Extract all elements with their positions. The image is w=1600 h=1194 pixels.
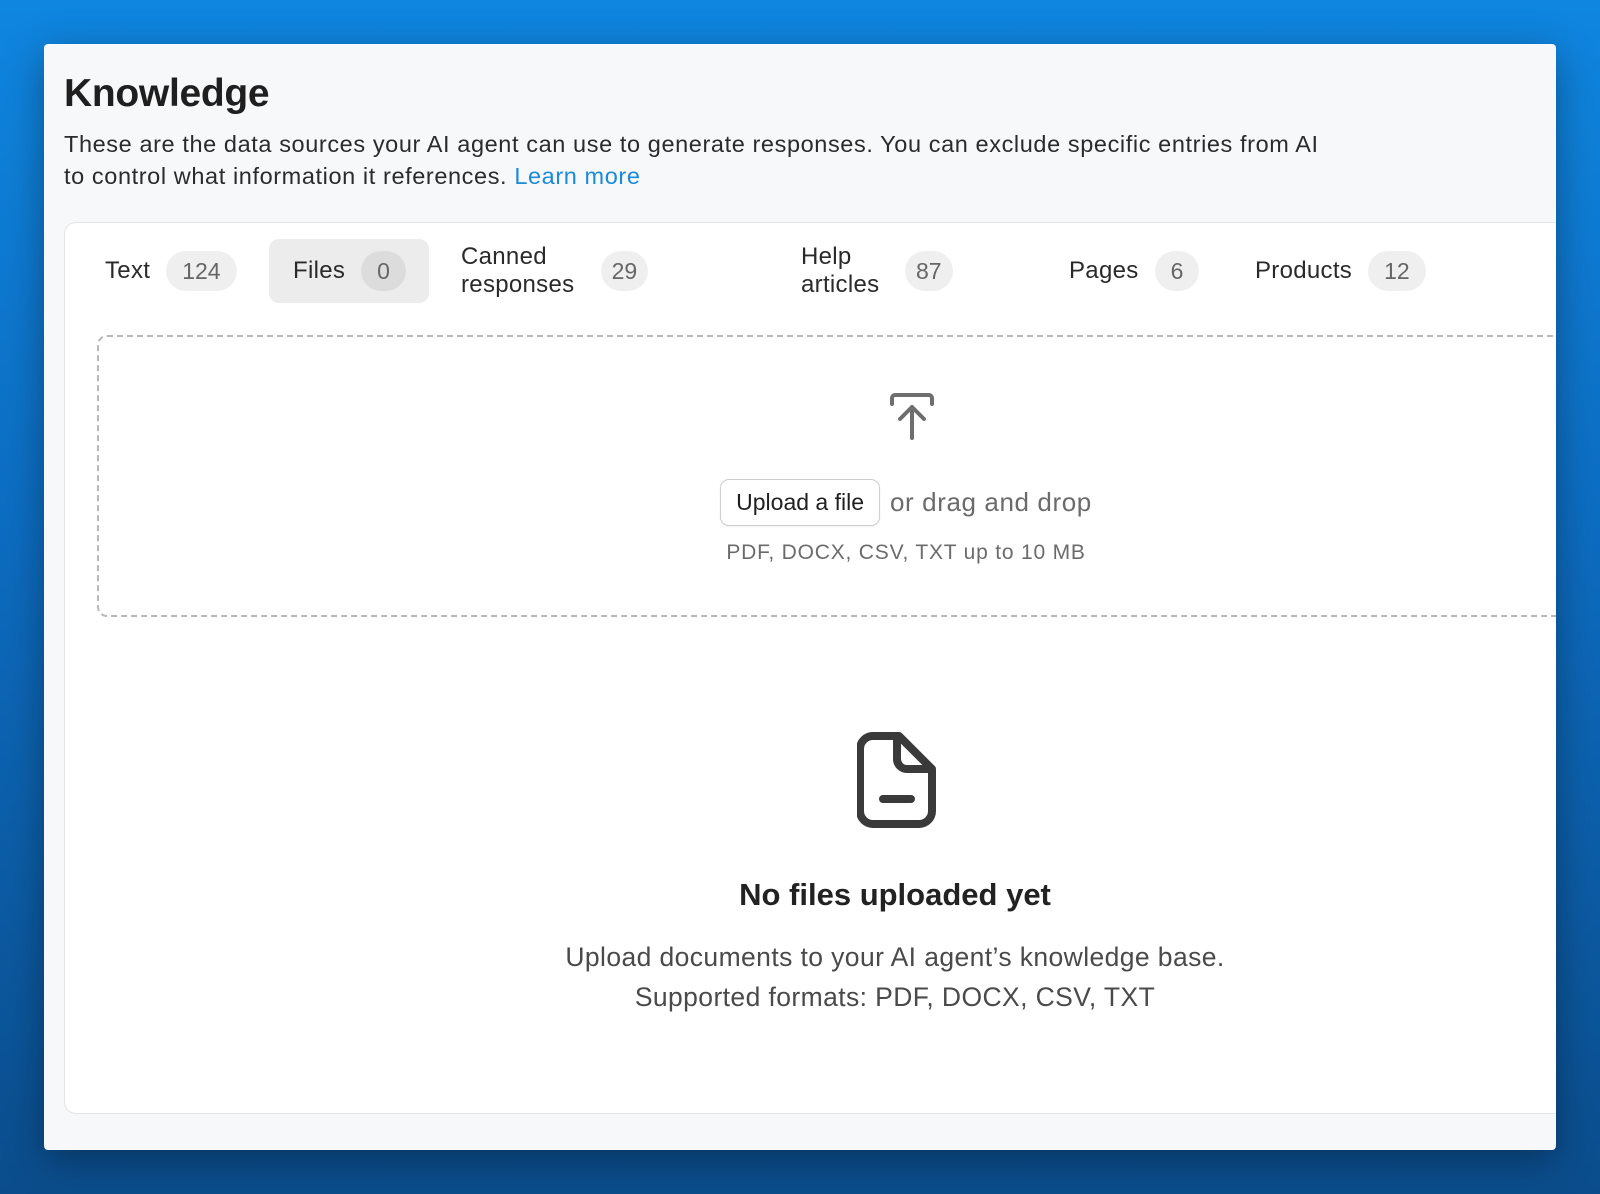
- empty-state-description: Upload documents to your AI agent’s know…: [65, 937, 1556, 1017]
- tab-count-badge: 124: [166, 251, 237, 291]
- tab-pages[interactable]: Pages 6: [1069, 239, 1200, 303]
- tab-canned-responses[interactable]: Canned responses 29: [461, 239, 649, 303]
- tab-count-badge: 12: [1368, 251, 1426, 291]
- tab-label: Files: [293, 257, 346, 284]
- tab-label: Help articles: [801, 243, 880, 298]
- tab-help-articles[interactable]: Help articles 87: [801, 239, 954, 303]
- page-title: Knowledge: [64, 72, 270, 115]
- empty-state-line-2: Supported formats: PDF, DOCX, CSV, TXT: [634, 982, 1156, 1012]
- drag-drop-text: or drag and drop: [890, 487, 1092, 517]
- tab-label: Products: [1255, 257, 1353, 284]
- tab-label: Canned responses: [461, 243, 575, 298]
- knowledge-window: Knowledge These are the data sources you…: [44, 44, 1556, 1150]
- tab-count-badge: 0: [361, 251, 406, 291]
- tab-label: Text: [105, 257, 151, 284]
- page-description: These are the data sources your AI agent…: [64, 128, 1344, 192]
- upload-file-button[interactable]: Upload a file: [720, 479, 880, 526]
- tab-count-badge: 6: [1154, 251, 1200, 291]
- empty-state-line-1: Upload documents to your AI agent’s know…: [565, 942, 1225, 972]
- learn-more-link[interactable]: Learn more: [514, 163, 640, 189]
- file-format-hint: PDF, DOCX, CSV, TXT up to 10 MB: [726, 541, 1086, 564]
- knowledge-panel: Text 124 Files 0 Canned responses 29 Hel…: [64, 222, 1556, 1114]
- tab-products[interactable]: Products 12: [1255, 239, 1426, 303]
- tab-files[interactable]: Files 0: [269, 239, 429, 303]
- upload-icon: [890, 393, 934, 440]
- file-dropzone[interactable]: Upload a file or drag and drop PDF, DOCX…: [97, 335, 1556, 617]
- tab-text[interactable]: Text 124: [87, 239, 257, 303]
- upload-row: Upload a file or drag and drop: [99, 479, 1556, 526]
- tab-count-badge: 87: [904, 251, 954, 291]
- empty-state-title: No files uploaded yet: [739, 877, 1051, 912]
- file-icon: [857, 732, 936, 828]
- description-text: These are the data sources your AI agent…: [64, 131, 1319, 189]
- tab-count-badge: 29: [600, 251, 649, 291]
- tab-label: Pages: [1069, 257, 1139, 284]
